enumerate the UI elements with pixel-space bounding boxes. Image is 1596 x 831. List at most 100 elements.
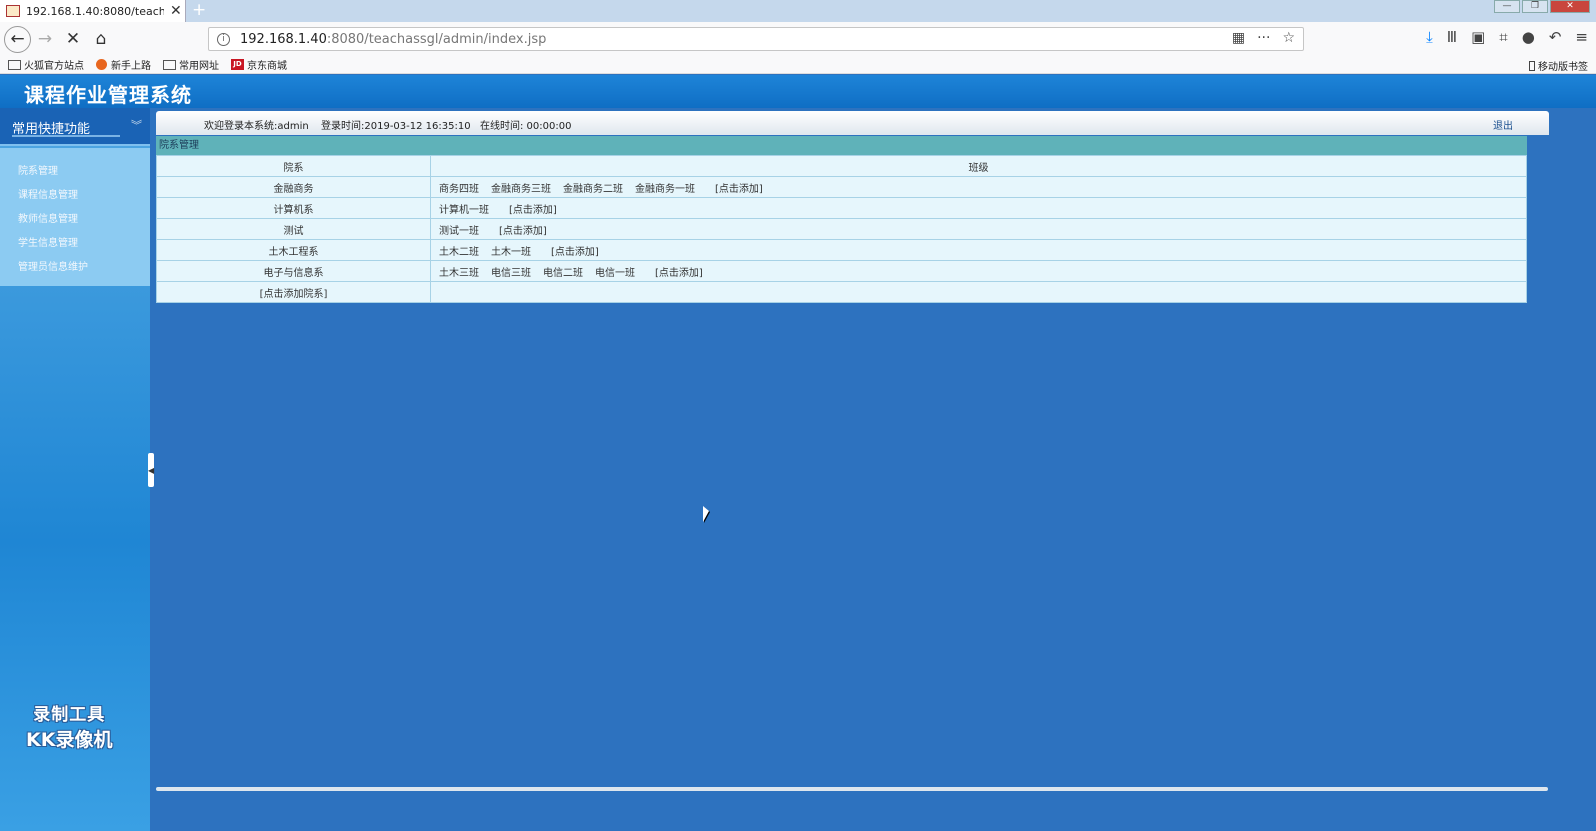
folder-icon: [8, 59, 21, 70]
browser-tab[interactable]: 192.168.1.40:8080/teachassgl ✕: [0, 0, 186, 22]
close-tab-icon[interactable]: ✕: [170, 3, 182, 19]
department-panel: 院系管理 院系 班级 金融商务 商务四班 金融商务三班 金融商务二班 金融商务一班 [点击…: [156, 136, 1527, 303]
class-list: 土木二班 土木一班 [点击添加]: [430, 239, 1527, 261]
department-name: 土木工程系: [156, 239, 431, 261]
back-arrow-icon[interactable]: ←: [4, 25, 31, 53]
table-row: 测试 测试一班 [点击添加]: [156, 218, 1527, 240]
mobile-bookmarks[interactable]: 移动版书签: [1529, 58, 1588, 73]
chat-bubble-icon[interactable]: ●: [1522, 28, 1535, 46]
folder-icon: [163, 59, 176, 70]
window-close-icon[interactable]: ✕: [1550, 0, 1590, 13]
class-link[interactable]: 商务四班: [439, 184, 479, 195]
bookmark-getting-started[interactable]: 新手上路: [96, 57, 151, 72]
collapse-arrow-icon: ◀: [148, 466, 155, 475]
qr-code-icon[interactable]: ▦: [1232, 30, 1245, 46]
menu-hamburger-icon[interactable]: ≡: [1575, 28, 1588, 46]
online-time: 在线时间: 00:00:00: [480, 121, 572, 132]
jd-icon: JD: [231, 59, 244, 70]
bookmark-firefox-official[interactable]: 火狐官方站点: [8, 57, 84, 72]
forward-arrow-icon[interactable]: →: [31, 25, 59, 53]
class-list: 计算机一班 [点击添加]: [430, 197, 1527, 219]
department-table-body: 金融商务 商务四班 金融商务三班 金融商务二班 金融商务一班 [点击添加] 计算机系 计算机一…: [156, 176, 1527, 303]
restore-icon[interactable]: ❐: [1522, 0, 1548, 13]
firefox-icon: [96, 59, 107, 70]
bookmark-label: 京东商城: [247, 61, 287, 72]
add-department-link[interactable]: [点击添加院系]: [260, 289, 328, 300]
department-name: 电子与信息系: [156, 260, 431, 282]
table-header-row: 院系 班级: [156, 155, 1527, 177]
home-icon[interactable]: ⌂: [87, 25, 115, 53]
page-favicon-icon: [6, 5, 20, 17]
url-host: 192.168.1.40: [240, 31, 327, 47]
user-info-bar: 欢迎登录本系统:admin 登录时间:2019-03-12 16:35:10 在…: [156, 111, 1549, 135]
class-link[interactable]: 电信三班: [491, 268, 531, 279]
column-header-classes: 班级: [430, 155, 1527, 177]
browser-nav-bar: ← → ✕ ⌂ i 192.168.1.40:8080/teachassgl/a…: [0, 22, 1596, 56]
watermark-line2: KK录像机: [26, 729, 113, 751]
minimize-icon[interactable]: —: [1494, 0, 1520, 13]
address-bar[interactable]: i 192.168.1.40:8080/teachassgl/admin/ind…: [208, 27, 1304, 51]
mouse-cursor-icon: [703, 506, 709, 522]
download-icon[interactable]: ⤓: [1426, 28, 1433, 46]
sidebar: 常用快捷功能 ︾ 院系管理 课程信息管理 教师信息管理 学生信息管理 管理员信息…: [0, 108, 150, 831]
department-table: 院系 班级 金融商务 商务四班 金融商务三班 金融商务二班 金融商务一班 [点击添加] 计算…: [156, 155, 1527, 303]
bookmark-common-sites[interactable]: 常用网址: [163, 57, 219, 72]
class-link[interactable]: 电信一班: [595, 268, 635, 279]
sidebar-item-student[interactable]: 学生信息管理: [0, 232, 150, 256]
watermark-line1: 录制工具: [33, 705, 106, 725]
sidebar-item-teacher[interactable]: 教师信息管理: [0, 208, 150, 232]
table-row: 土木工程系 土木二班 土木一班 [点击添加]: [156, 239, 1527, 261]
class-link[interactable]: 计算机一班: [439, 205, 489, 216]
sidebar-header[interactable]: 常用快捷功能 ︾: [0, 108, 150, 146]
login-time: 登录时间:2019-03-12 16:35:10: [321, 121, 471, 132]
add-class-link[interactable]: [点击添加]: [715, 184, 763, 195]
phone-icon: [1529, 60, 1535, 71]
class-link[interactable]: 土木二班: [439, 247, 479, 258]
welcome-text: 欢迎登录本系统:admin: [204, 121, 309, 132]
browser-toolbar: ⤓ Ⅲ ▣ ⌗ ● ↶ ≡: [1426, 28, 1588, 46]
class-link[interactable]: 金融商务二班: [563, 184, 623, 195]
bookmark-label: 常用网址: [179, 61, 219, 72]
add-class-link[interactable]: [点击添加]: [655, 268, 703, 279]
tab-title: 192.168.1.40:8080/teachassgl: [26, 4, 164, 18]
screenshot-crop-icon[interactable]: ⌗: [1499, 28, 1507, 46]
table-row: 电子与信息系 土木三班 电信三班 电信二班 电信一班 [点击添加]: [156, 260, 1527, 282]
bookmark-label: 火狐官方站点: [24, 61, 84, 72]
bookmark-jd-mall[interactable]: JD 京东商城: [231, 57, 287, 72]
add-class-link[interactable]: [点击添加]: [499, 226, 547, 237]
logout-link[interactable]: 退出: [1493, 117, 1513, 132]
app-header: 课程作业管理系统: [0, 75, 1596, 108]
browser-tab-bar: 192.168.1.40:8080/teachassgl ✕ + — ❐ ✕: [0, 0, 1596, 22]
sidebar-toggle-icon[interactable]: ▣: [1471, 28, 1485, 46]
sidebar-item-admin[interactable]: 管理员信息维护: [0, 256, 150, 280]
class-link[interactable]: 电信二班: [543, 268, 583, 279]
sidebar-item-course[interactable]: 课程信息管理: [0, 184, 150, 208]
stop-icon[interactable]: ✕: [59, 25, 87, 53]
class-link[interactable]: 测试一班: [439, 226, 479, 237]
window-controls: — ❐ ✕: [1494, 0, 1590, 13]
class-link[interactable]: 金融商务一班: [635, 184, 695, 195]
horizontal-scrollbar[interactable]: [156, 787, 1548, 791]
more-actions-icon[interactable]: ···: [1257, 30, 1270, 46]
add-class-link[interactable]: [点击添加]: [551, 247, 599, 258]
department-name: 计算机系: [156, 197, 431, 219]
class-link[interactable]: 土木三班: [439, 268, 479, 279]
table-row: 金融商务 商务四班 金融商务三班 金融商务二班 金融商务一班 [点击添加]: [156, 176, 1527, 198]
sidebar-collapse-handle[interactable]: ◀: [148, 453, 154, 487]
class-link[interactable]: 金融商务三班: [491, 184, 551, 195]
site-info-icon[interactable]: i: [217, 32, 230, 46]
bookmarks-bar: 火狐官方站点 新手上路 常用网址 JD 京东商城 移动版书签: [0, 56, 1596, 74]
mobile-bookmarks-label: 移动版书签: [1538, 62, 1588, 73]
table-row: 计算机系 计算机一班 [点击添加]: [156, 197, 1527, 219]
library-icon[interactable]: Ⅲ: [1447, 28, 1457, 46]
undo-icon[interactable]: ↶: [1549, 28, 1562, 46]
bookmark-star-icon[interactable]: ☆: [1282, 30, 1295, 46]
class-link[interactable]: 土木一班: [491, 247, 531, 258]
add-department-cell: [点击添加院系]: [156, 281, 431, 303]
sidebar-item-department[interactable]: 院系管理: [0, 160, 150, 184]
add-class-link[interactable]: [点击添加]: [509, 205, 557, 216]
recorder-watermark: 录制工具 KK录像机: [26, 700, 112, 752]
chevron-down-icon[interactable]: ︾: [131, 117, 142, 133]
table-row: [点击添加院系]: [156, 281, 1527, 303]
new-tab-button[interactable]: +: [192, 0, 206, 20]
